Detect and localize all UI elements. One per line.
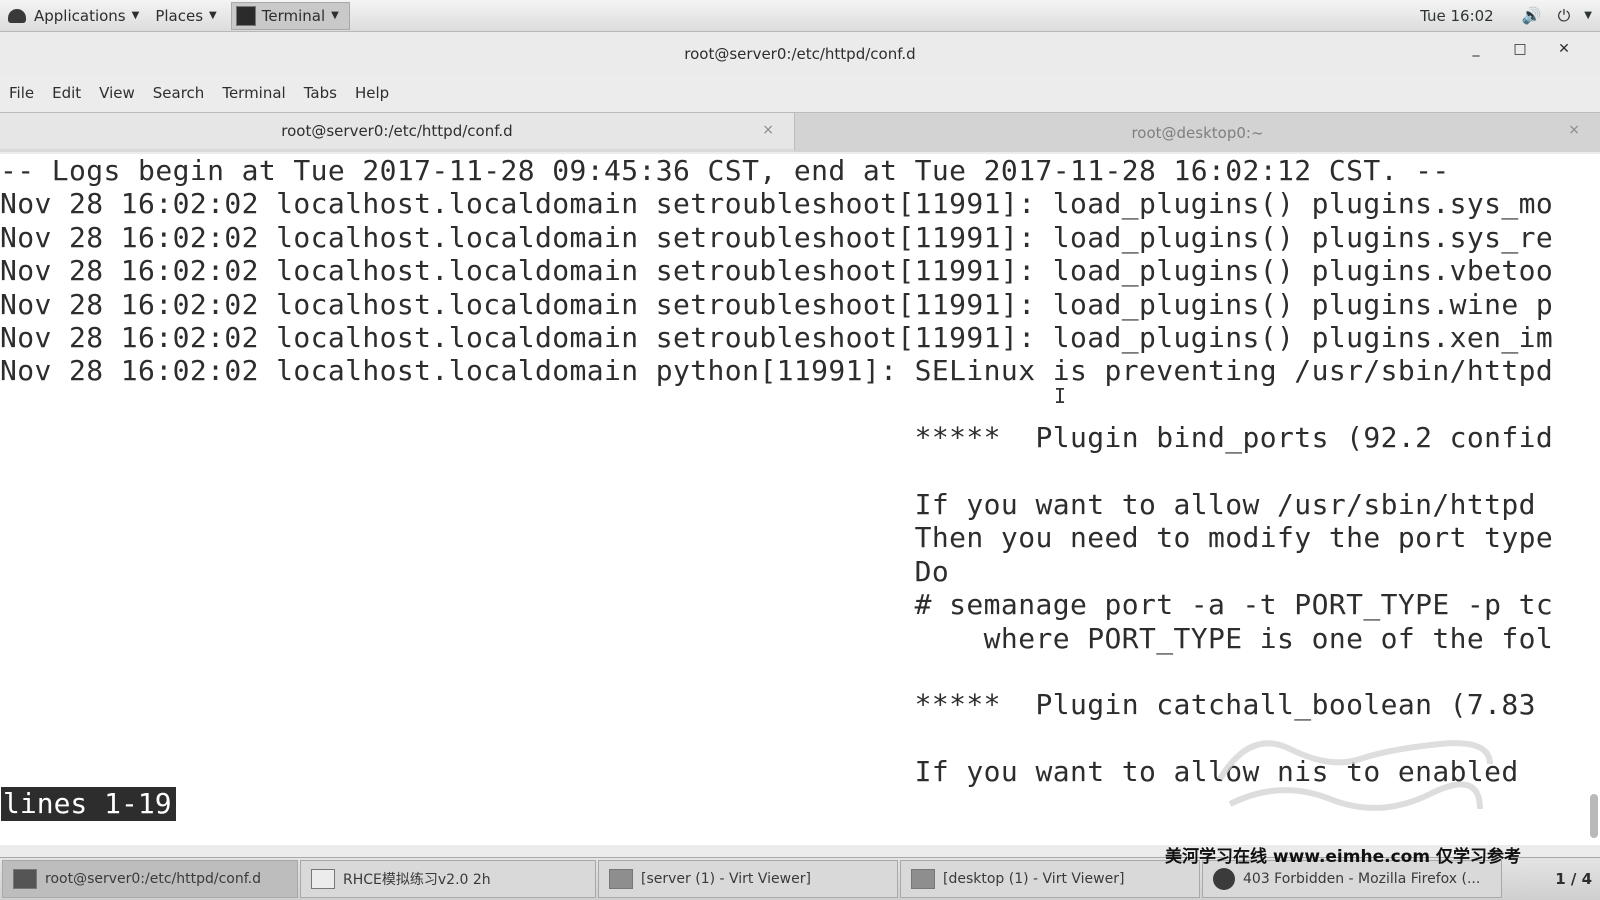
terminal-line: # semanage port -a -t PORT_TYPE -p tc	[0, 588, 1554, 622]
close-button[interactable]: ✕	[1542, 41, 1586, 57]
menu-file[interactable]: File	[0, 84, 43, 102]
overlay-watermark-text: 美河学习在线 www.eimhe.com 仅学习参考	[1165, 847, 1521, 867]
applications-label: Applications	[34, 6, 126, 25]
terminal-app-menu[interactable]: Terminal ▼	[230, 1, 350, 30]
workspace-indicator[interactable]: 1 / 4	[1555, 870, 1592, 888]
terminal-icon	[235, 5, 256, 26]
close-icon[interactable]: ×	[762, 122, 774, 138]
terminal-line: Then you need to modify the port type	[0, 521, 1554, 555]
window-title: root@server0:/etc/httpd/conf.d	[684, 45, 916, 63]
menu-bar: File Edit View Search Terminal Tabs Help	[0, 76, 1600, 110]
terminal-line: Nov 28 16:02:02 localhost.localdomain se…	[0, 287, 1554, 321]
scrollbar[interactable]	[1590, 154, 1598, 845]
virt-viewer-icon	[609, 869, 633, 889]
terminal-line: Nov 28 16:02:02 localhost.localdomain py…	[0, 354, 1554, 388]
taskbar-item-server-viewer[interactable]: [server (1) - Virt Viewer]	[598, 860, 898, 898]
terminal-line: Nov 28 16:02:02 localhost.localdomain se…	[0, 321, 1554, 354]
chevron-down-icon: ▼	[331, 10, 339, 21]
taskbar-item-label: root@server0:/etc/httpd/conf.d	[45, 871, 261, 887]
power-icon[interactable]: ⏻	[1558, 6, 1571, 26]
terminal-line: -- Logs begin at Tue 2017-11-28 09:45:36…	[0, 154, 1450, 187]
terminal-line: ***** Plugin bind_ports (92.2 confid	[0, 421, 1554, 455]
terminal-line: ***** Plugin catchall_boolean (7.83	[0, 688, 1536, 722]
window-controls: _ □ ✕	[1454, 41, 1586, 57]
chevron-down-icon[interactable]: ▼	[1584, 10, 1592, 21]
firefox-icon	[1213, 868, 1235, 890]
tab-label: root@server0:/etc/httpd/conf.d	[281, 122, 513, 140]
tab-server0[interactable]: root@server0:/etc/httpd/conf.d ×	[0, 113, 795, 152]
terminal-app-label: Terminal	[261, 6, 326, 25]
applications-menu[interactable]: Applications ▼	[0, 0, 147, 32]
taskbar-item-label: [desktop (1) - Virt Viewer]	[943, 871, 1125, 887]
terminal-line: If you want to allow /usr/sbin/httpd	[0, 488, 1536, 521]
menu-view[interactable]: View	[90, 84, 144, 102]
volume-icon[interactable]: 🔊	[1522, 6, 1542, 25]
taskbar-item-label: RHCE模拟练习v2.0 2h	[343, 872, 491, 888]
terminal-line: where PORT_TYPE is one of the fol	[0, 621, 1554, 655]
clock[interactable]: Tue 16:02	[1420, 7, 1494, 25]
taskbar-item-terminal[interactable]: root@server0:/etc/httpd/conf.d	[2, 860, 298, 898]
places-label: Places	[155, 6, 204, 25]
terminal-line: Do	[0, 554, 950, 588]
gnome-foot-icon	[8, 8, 26, 23]
taskbar-item-label: 403 Forbidden - Mozilla Firefox (...	[1243, 871, 1481, 887]
pager-status: lines 1-19	[1, 787, 176, 821]
chevron-down-icon: ▼	[131, 10, 140, 21]
terminal-line: Nov 28 16:02:02 localhost.localdomain se…	[0, 254, 1554, 288]
taskbar-item-desktop-viewer[interactable]: [desktop (1) - Virt Viewer]	[900, 860, 1200, 898]
terminal-line: Nov 28 16:02:02 localhost.localdomain se…	[0, 220, 1554, 254]
places-menu[interactable]: Places ▼	[147, 0, 224, 32]
window-title-bar[interactable]: root@server0:/etc/httpd/conf.d _ □ ✕	[0, 33, 1600, 75]
terminal-output[interactable]: If you want to allow nis to enabled ****…	[0, 154, 1600, 845]
scroll-thumb[interactable]	[1590, 794, 1598, 838]
minimize-button[interactable]: _	[1454, 41, 1498, 57]
tab-label: root@desktop0:~	[1131, 123, 1264, 142]
tab-desktop0[interactable]: root@desktop0:~ ×	[795, 113, 1600, 152]
menu-tabs[interactable]: Tabs	[295, 84, 346, 102]
tab-bar: root@server0:/etc/httpd/conf.d × root@de…	[0, 112, 1600, 152]
maximize-button[interactable]: □	[1498, 41, 1542, 57]
terminal-icon	[13, 869, 37, 889]
virt-viewer-icon	[911, 869, 935, 889]
menu-search[interactable]: Search	[144, 84, 214, 102]
system-tray: Tue 16:02 🔊 ⏻ ▼	[1420, 0, 1600, 32]
document-icon	[311, 869, 335, 889]
menu-terminal[interactable]: Terminal	[213, 84, 294, 102]
menu-edit[interactable]: Edit	[43, 84, 90, 102]
top-panel: Applications ▼ Places ▼ Terminal ▼ Tue 1…	[0, 0, 1600, 32]
close-icon[interactable]: ×	[1568, 122, 1580, 138]
taskbar-item-label: [server (1) - Virt Viewer]	[641, 871, 811, 887]
chevron-down-icon: ▼	[209, 10, 217, 21]
taskbar-item-document[interactable]: RHCE模拟练习v2.0 2h	[300, 860, 596, 898]
watermark-logo	[1217, 740, 1493, 811]
text-cursor-icon: I	[1054, 384, 1067, 408]
menu-help[interactable]: Help	[346, 84, 398, 102]
terminal-line: Nov 28 16:02:02 localhost.localdomain se…	[0, 187, 1554, 221]
